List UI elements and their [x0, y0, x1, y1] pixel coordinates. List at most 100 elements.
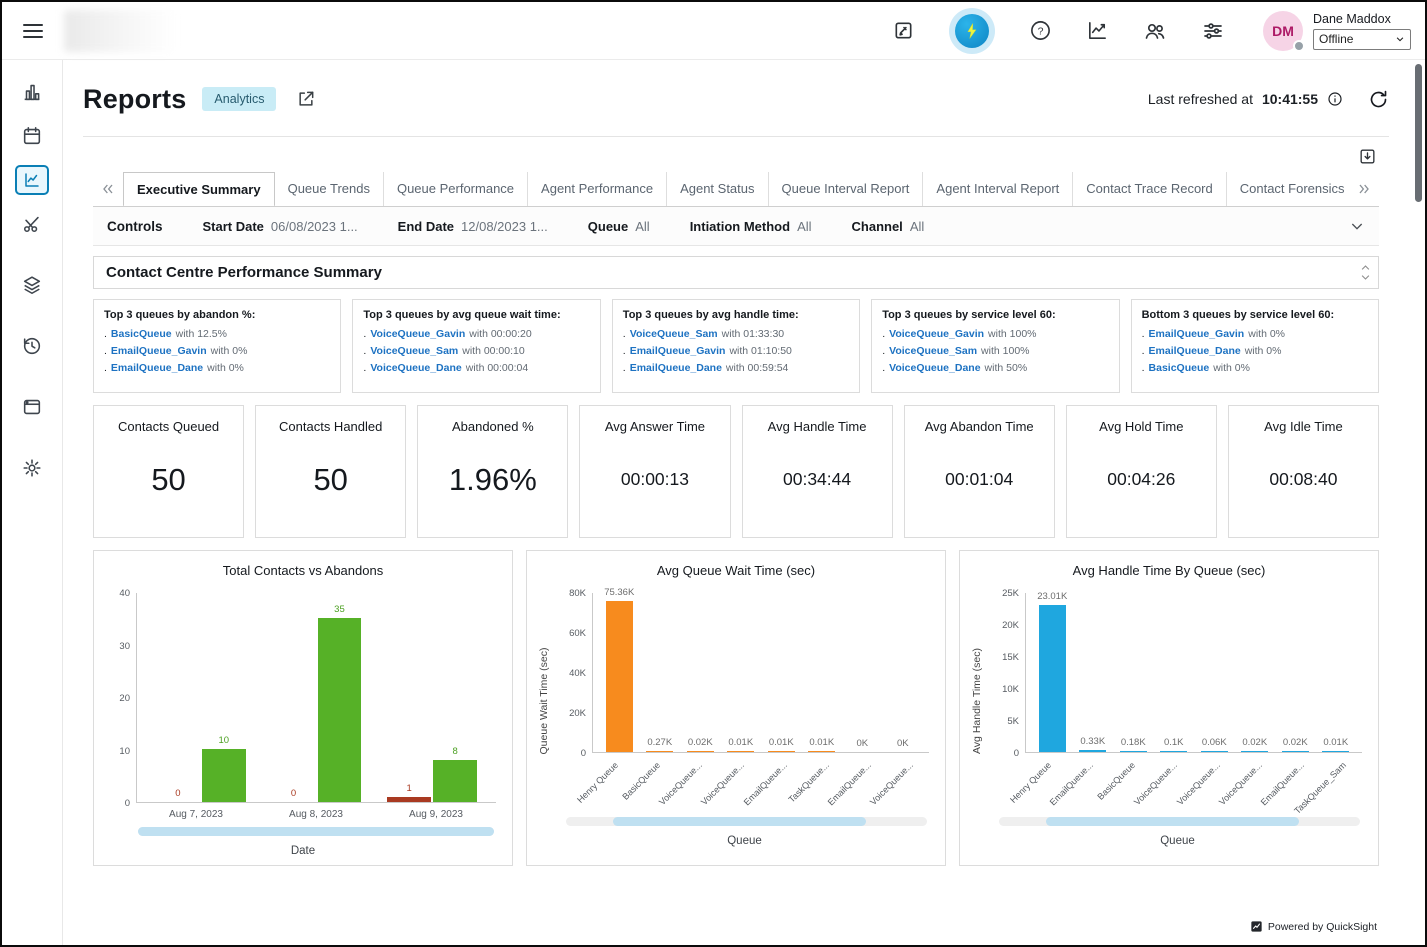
bar-voicequeue[interactable] — [727, 751, 754, 752]
sidebar-item-calendar[interactable] — [10, 114, 54, 158]
filter-channel[interactable]: ChannelAll — [852, 219, 925, 234]
bar-henry-queue[interactable] — [606, 601, 633, 752]
refresh-button[interactable] — [1368, 89, 1389, 110]
summary-card-item: .EmailQueue_Gavinwith 0% — [104, 345, 330, 357]
sidebar-item-window[interactable] — [10, 385, 54, 429]
help-button[interactable]: ? — [1029, 19, 1052, 42]
bar-aug-9-2023[interactable] — [433, 760, 477, 802]
bar-emailqueue[interactable] — [1282, 751, 1309, 752]
external-link-icon — [296, 89, 316, 109]
filter-end-date[interactable]: End Date12/08/2023 1... — [398, 219, 548, 234]
chart-horizontal-scrollbar[interactable] — [566, 817, 927, 826]
queue-link[interactable]: BasicQueue — [1149, 362, 1210, 374]
filter-intiation-method[interactable]: Intiation MethodAll — [690, 219, 812, 234]
bar-aug-9-2023[interactable] — [387, 797, 431, 802]
bullet: . — [363, 328, 366, 340]
bullet: . — [623, 345, 626, 357]
users-button[interactable] — [1143, 19, 1167, 43]
bar-aug-8-2023[interactable] — [318, 618, 362, 802]
question-icon: ? — [1029, 19, 1052, 42]
sidebar-item-bar-chart[interactable] — [10, 70, 54, 114]
sidebar-item-layers[interactable] — [10, 263, 54, 307]
avatar-initials: DM — [1272, 23, 1294, 39]
sidebar-item-history[interactable] — [10, 324, 54, 368]
user-menu: DM Dane Maddox Offline — [1263, 11, 1411, 51]
filter-value: 12/08/2023 1... — [461, 219, 548, 234]
queue-link[interactable]: VoiceQueue_Gavin — [889, 328, 984, 340]
export-button[interactable] — [1358, 147, 1377, 166]
tab-contact-forensics[interactable]: Contact Forensics — [1227, 172, 1349, 206]
queue-link[interactable]: EmailQueue_Gavin — [1149, 328, 1245, 340]
tabs-scroll-left-button[interactable] — [93, 172, 123, 206]
tab-agent-interval-report[interactable]: Agent Interval Report — [923, 172, 1073, 206]
bar-voicequeue[interactable] — [1160, 751, 1187, 752]
kpi-avg-hold-time: Avg Hold Time00:04:26 — [1066, 405, 1217, 538]
sidebar — [2, 60, 63, 945]
queue-link[interactable]: VoiceQueue_Gavin — [370, 328, 465, 340]
sidebar-item-cut[interactable] — [10, 202, 54, 246]
x-tick-label: Henry Queue — [1008, 760, 1053, 805]
queue-link[interactable]: EmailQueue_Dane — [1149, 345, 1241, 357]
notes-button[interactable] — [892, 19, 915, 42]
bar-basicqueue[interactable] — [646, 751, 673, 752]
bar-voicequeue[interactable] — [1241, 751, 1268, 752]
tabs-scroll-right-button[interactable] — [1349, 172, 1379, 206]
sidebar-item-settings[interactable] — [10, 446, 54, 490]
queue-link[interactable]: EmailQueue_Gavin — [630, 345, 726, 357]
queue-link[interactable]: VoiceQueue_Dane — [370, 362, 461, 374]
status-dot — [1293, 40, 1305, 52]
bar-value-label: 0.02K — [1283, 737, 1308, 748]
queue-link[interactable]: VoiceQueue_Sam — [630, 328, 718, 340]
tab-contact-trace-record[interactable]: Contact Trace Record — [1073, 172, 1226, 206]
assistant-lightning-button[interactable] — [949, 8, 995, 54]
queue-link[interactable]: VoiceQueue_Sam — [370, 345, 458, 357]
filter-start-date[interactable]: Start Date06/08/2023 1... — [203, 219, 358, 234]
chart-horizontal-scrollbar[interactable] — [138, 827, 494, 836]
tab-strip: Executive SummaryQueue TrendsQueue Perfo… — [93, 172, 1379, 207]
tab-queue-trends[interactable]: Queue Trends — [275, 172, 384, 206]
bar-value-label: 0K — [897, 738, 909, 749]
queue-link[interactable]: EmailQueue_Dane — [111, 362, 203, 374]
chart-horizontal-scrollbar[interactable] — [999, 817, 1360, 826]
tab-queue-performance[interactable]: Queue Performance — [384, 172, 528, 206]
item-value: with 50% — [985, 362, 1028, 374]
bar-aug-7-2023[interactable] — [202, 749, 246, 802]
open-external-button[interactable] — [296, 89, 316, 109]
bar-value-label: 1 — [407, 783, 412, 794]
hamburger-menu-button[interactable] — [18, 16, 48, 46]
page-vertical-scrollbar[interactable] — [1415, 64, 1422, 202]
bar-value-label: 0.01K — [769, 737, 794, 748]
tab-agent-status[interactable]: Agent Status — [667, 172, 768, 206]
tab-executive-summary[interactable]: Executive Summary — [123, 172, 275, 206]
queue-link[interactable]: VoiceQueue_Sam — [889, 345, 977, 357]
kpi-cards: Contacts Queued50Contacts Handled50Aband… — [93, 405, 1379, 538]
filter-queue[interactable]: QueueAll — [588, 219, 650, 234]
bar-emailqueue[interactable] — [1079, 750, 1106, 752]
controls-collapse-button[interactable] — [1349, 218, 1365, 234]
analytics-button[interactable] — [1086, 19, 1109, 42]
item-value: with 0% — [1245, 345, 1282, 357]
bar-basicqueue[interactable] — [1120, 751, 1147, 752]
avatar[interactable]: DM — [1263, 11, 1303, 51]
bar-henry-queue[interactable] — [1039, 605, 1066, 752]
bar-voicequeue[interactable] — [687, 751, 714, 752]
info-icon[interactable] — [1327, 91, 1343, 107]
queue-link[interactable]: BasicQueue — [111, 328, 172, 340]
settings-sliders-button[interactable] — [1201, 19, 1225, 43]
bar-taskqueue[interactable] — [808, 751, 835, 752]
queue-link[interactable]: EmailQueue_Dane — [630, 362, 722, 374]
y-tick-label: 0 — [581, 748, 586, 759]
bar-emailqueue[interactable] — [768, 751, 795, 752]
lightning-icon — [955, 14, 989, 48]
tab-queue-interval-report[interactable]: Queue Interval Report — [769, 172, 924, 206]
status-select[interactable]: Offline — [1313, 29, 1411, 50]
queue-link[interactable]: EmailQueue_Gavin — [111, 345, 207, 357]
bar-voicequeue[interactable] — [1201, 751, 1228, 752]
tab-agent-performance[interactable]: Agent Performance — [528, 172, 667, 206]
sidebar-item-historical-metrics[interactable] — [10, 158, 54, 202]
bar-value-label: 10 — [219, 735, 230, 746]
bar-taskqueue-sam[interactable] — [1322, 751, 1349, 752]
queue-link[interactable]: VoiceQueue_Dane — [889, 362, 980, 374]
summary-mini-scrollbar[interactable] — [1361, 264, 1370, 281]
dashboard-sheet: Executive SummaryQueue TrendsQueue Perfo… — [83, 136, 1389, 945]
